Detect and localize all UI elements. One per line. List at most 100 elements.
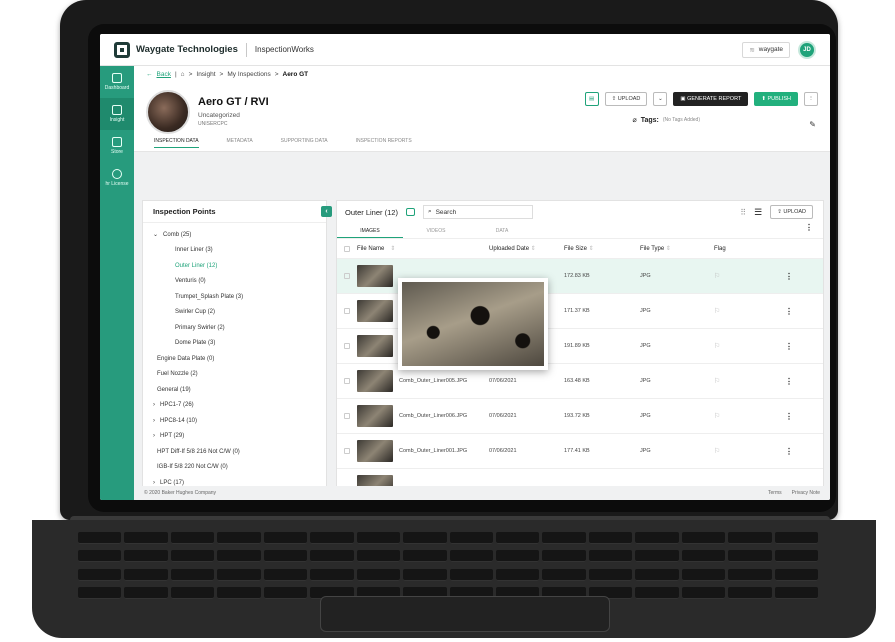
tree-item[interactable]: Engine Data Plate (0) bbox=[143, 351, 326, 367]
row-checkbox[interactable] bbox=[344, 343, 350, 349]
more-options-button[interactable]: ⋮ bbox=[804, 92, 818, 106]
search-input[interactable]: ⌕ Search bbox=[422, 205, 533, 219]
terms-link[interactable]: Terms bbox=[768, 490, 782, 496]
tree-item[interactable]: Dome Plate (3) bbox=[143, 336, 326, 352]
column-uploaded-date[interactable]: Uploaded Date ⇕ bbox=[489, 245, 564, 252]
tree-item[interactable]: › HPT (29) bbox=[143, 429, 326, 445]
flag-icon[interactable]: ⚐ bbox=[714, 377, 774, 385]
tree-item[interactable]: Primary Swirler (2) bbox=[143, 320, 326, 336]
flag-icon[interactable]: ⚐ bbox=[714, 447, 774, 455]
collapse-panel-button[interactable]: ‹ bbox=[321, 206, 332, 217]
keyboard-key bbox=[124, 532, 168, 544]
user-org-selector[interactable]: ≋ waygate bbox=[742, 41, 790, 58]
media-upload-button[interactable]: ⇪ UPLOAD bbox=[770, 205, 813, 219]
row-thumbnail[interactable] bbox=[357, 265, 393, 287]
flag-icon[interactable]: ⚐ bbox=[714, 272, 774, 280]
sidebar-item-store[interactable]: Store bbox=[100, 130, 134, 162]
generate-report-button[interactable]: ▣ GENERATE REPORT bbox=[673, 92, 749, 106]
tree-item[interactable]: Fuel Nozzle (2) bbox=[143, 367, 326, 383]
keyboard-key bbox=[170, 550, 215, 563]
column-file-name[interactable]: File Name ⇕ bbox=[357, 245, 489, 253]
flag-icon[interactable]: ⚐ bbox=[714, 307, 774, 315]
comment-icon[interactable] bbox=[405, 208, 415, 216]
tree-item[interactable]: › HPC1-7 (26) bbox=[143, 398, 326, 414]
comment-button[interactable]: ▤ bbox=[584, 92, 599, 106]
keyboard-key bbox=[542, 532, 586, 544]
tree-item[interactable]: IGB-If 5/8 220 Not C/W (0) bbox=[143, 460, 326, 476]
flag-icon[interactable]: ⚐ bbox=[714, 342, 774, 350]
waygate-logo-icon bbox=[114, 41, 130, 58]
tree-item-label: Dome Plate (3) bbox=[175, 340, 216, 347]
tree-item[interactable]: HPT Diff-If 5/8 216 Not C/W (0) bbox=[143, 444, 326, 460]
sidebar-item-insight[interactable]: Insight bbox=[100, 98, 134, 130]
upload-button[interactable]: ⇪ UPLOAD bbox=[604, 92, 648, 106]
chevron-right-icon[interactable]: › bbox=[153, 418, 155, 424]
table-options-button[interactable]: ⋮ bbox=[805, 223, 813, 238]
row-more-button[interactable]: ⋮ bbox=[774, 412, 804, 421]
back-link[interactable]: Back bbox=[157, 71, 171, 78]
home-icon[interactable]: ⌂ bbox=[181, 71, 185, 78]
row-thumbnail[interactable] bbox=[357, 370, 393, 392]
tree-item[interactable]: › HPC8-14 (10) bbox=[143, 413, 326, 429]
flag-icon[interactable]: ⚐ bbox=[714, 412, 774, 420]
column-file-type[interactable]: File Type ⇕ bbox=[640, 245, 714, 252]
file-size: 193.72 KB bbox=[564, 413, 590, 419]
tags-label: Tags: bbox=[640, 116, 659, 124]
row-more-button[interactable]: ⋮ bbox=[774, 342, 804, 351]
tree-item[interactable]: Venturis (0) bbox=[143, 274, 326, 290]
keyboard-key bbox=[728, 586, 772, 599]
chevron-right-icon[interactable]: › bbox=[153, 402, 155, 408]
grid-view-icon[interactable]: ⠿ bbox=[740, 208, 746, 217]
chevron-down-icon[interactable]: ⌄ bbox=[153, 231, 158, 238]
sidebar-item-label: Insight bbox=[109, 117, 125, 123]
tab-inspection-reports[interactable]: INSPECTION REPORTS bbox=[356, 138, 412, 148]
row-checkbox[interactable] bbox=[344, 273, 350, 279]
tab-supporting-data[interactable]: SUPPORTING DATA bbox=[281, 138, 328, 148]
row-thumbnail[interactable] bbox=[357, 405, 393, 427]
row-checkbox[interactable] bbox=[344, 413, 350, 419]
breadcrumb-insight[interactable]: Insight bbox=[196, 71, 215, 78]
logo[interactable]: Waygate Technologies bbox=[114, 41, 238, 58]
tab-inspection-data[interactable]: INSPECTION DATA bbox=[154, 138, 199, 148]
tree-item[interactable]: Outer Liner (12) bbox=[143, 258, 326, 274]
chevron-right-icon[interactable]: › bbox=[153, 433, 155, 439]
sidebar-item-license[interactable]: hr License bbox=[100, 162, 134, 194]
table-row[interactable]: Comb_Outer_Liner006.JPG 07/06/2021 193.72 … bbox=[337, 399, 823, 434]
tree-item[interactable]: ⌄ Comb (25) bbox=[143, 227, 326, 243]
row-thumbnail[interactable] bbox=[357, 440, 393, 462]
tree-item[interactable]: Trumpet_Splash Plate (3) bbox=[143, 289, 326, 305]
column-flag[interactable]: Flag bbox=[714, 246, 774, 252]
breadcrumb-my-inspections[interactable]: My Inspections bbox=[227, 71, 270, 78]
dashboard-icon bbox=[112, 73, 122, 83]
sidebar-item-dashboard[interactable]: Dashboard bbox=[100, 66, 134, 98]
row-checkbox[interactable] bbox=[344, 378, 350, 384]
row-more-button[interactable]: ⋮ bbox=[774, 307, 804, 316]
avatar[interactable]: JD bbox=[798, 40, 816, 59]
row-checkbox[interactable] bbox=[344, 448, 350, 454]
row-thumbnail[interactable] bbox=[357, 335, 393, 357]
file-name: Comb_Outer_Liner001.JPG bbox=[399, 448, 468, 454]
file-type: JPG bbox=[640, 308, 651, 314]
tab-metadata[interactable]: METADATA bbox=[227, 138, 253, 148]
tree-item[interactable]: Inner Liner (3) bbox=[143, 243, 326, 259]
edit-icon[interactable]: ✎ bbox=[809, 120, 816, 129]
row-more-button[interactable]: ⋮ bbox=[774, 272, 804, 281]
inspection-code: UNISERCPC bbox=[198, 121, 228, 127]
chevron-right-icon[interactable]: › bbox=[153, 480, 155, 486]
privacy-link[interactable]: Privacy Note bbox=[792, 490, 820, 496]
tab-data[interactable]: DATA bbox=[469, 223, 535, 238]
column-file-size[interactable]: File Size ⇕ bbox=[564, 245, 640, 252]
tab-images[interactable]: IMAGES bbox=[337, 223, 403, 238]
tree-item[interactable]: General (19) bbox=[143, 382, 326, 398]
row-thumbnail[interactable] bbox=[357, 300, 393, 322]
row-checkbox[interactable] bbox=[344, 308, 350, 314]
tree-item[interactable]: Swirler Cup (2) bbox=[143, 305, 326, 321]
select-all-checkbox[interactable] bbox=[344, 245, 350, 252]
upload-dropdown-button[interactable]: ⌄ bbox=[653, 92, 668, 106]
list-view-icon[interactable]: ☰ bbox=[754, 207, 762, 218]
table-row[interactable]: Comb_Outer_Liner001.JPG 07/06/2021 177.41 … bbox=[337, 434, 823, 469]
publish-button[interactable]: ⬆ PUBLISH bbox=[754, 92, 798, 106]
tab-videos[interactable]: VIDEOS bbox=[403, 223, 469, 238]
row-more-button[interactable]: ⋮ bbox=[774, 447, 804, 456]
row-more-button[interactable]: ⋮ bbox=[774, 377, 804, 386]
